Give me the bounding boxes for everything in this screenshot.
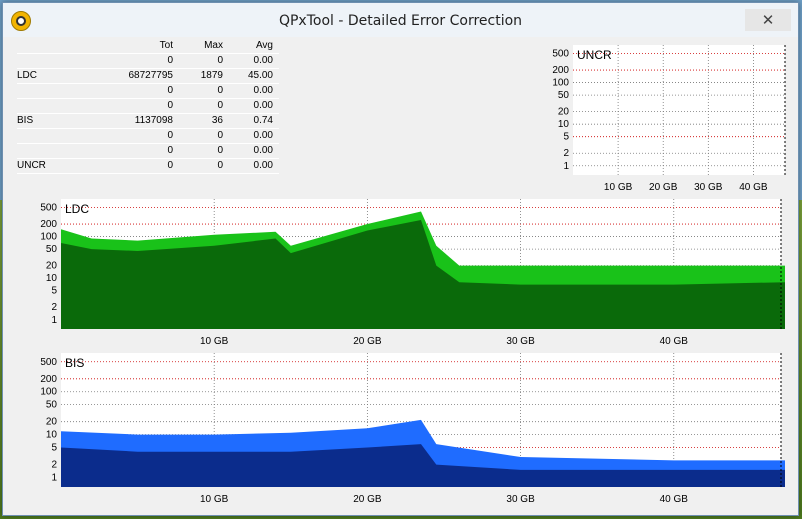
chart-title: BIS [65, 356, 84, 370]
stat-cell: 0.00 [253, 160, 273, 171]
window-title: QPxTool - Detailed Error Correction [278, 13, 523, 29]
chart-title: UNCR [577, 48, 612, 62]
stats-row: LDC 68727795 1879 45.00 [17, 69, 279, 84]
y-tick-label: 200 [552, 65, 569, 76]
y-tick-label: 10 [558, 119, 570, 130]
stat-cell: 0 [217, 145, 223, 156]
stat-cell: Tot [159, 40, 173, 51]
x-tick-label: 20 GB [649, 182, 678, 193]
qpxtool-window: QPxTool - Detailed Error Correction ✕ To… [2, 2, 799, 516]
y-tick-label: 50 [558, 90, 570, 101]
stat-cell: 45.00 [247, 70, 273, 81]
x-tick-label: 30 GB [506, 494, 535, 505]
stat-cell: 0 [217, 85, 223, 96]
y-tick-label: 20 [46, 261, 58, 272]
stat-cell: UNCR [17, 160, 46, 171]
stats-row: BIS 1137098 36 0.74 [17, 114, 279, 129]
content-area: Tot Max Avg 0 0 0.00 LDC 68727795 1879 45.00 0 0 0.0… [13, 37, 788, 513]
x-tick-label: 40 GB [660, 494, 689, 505]
y-tick-label: 100 [552, 78, 569, 89]
x-tick-label: 10 GB [200, 336, 229, 347]
x-tick-label: 40 GB [739, 182, 768, 193]
stat-cell: 0.00 [253, 100, 273, 111]
y-tick-label: 2 [563, 148, 569, 159]
stat-cell: 0 [217, 55, 223, 66]
stat-cell: 0.74 [253, 115, 273, 126]
stat-cell: 0 [217, 100, 223, 111]
stat-cell: 1879 [200, 70, 223, 81]
y-tick-label: 5 [51, 443, 57, 454]
stats-row: 0 0 0.00 [17, 99, 279, 114]
y-tick-label: 1 [51, 472, 57, 483]
stats-row: 0 0 0.00 [17, 54, 279, 69]
plot-area [573, 45, 785, 175]
stat-cell: 36 [211, 115, 223, 126]
stat-cell [17, 144, 89, 158]
stats-header: Tot Max Avg [17, 39, 279, 54]
y-tick-label: 1 [51, 315, 57, 326]
x-tick-label: 10 GB [200, 494, 229, 505]
x-tick-label: 30 GB [694, 182, 723, 193]
y-tick-label: 500 [40, 357, 57, 368]
y-tick-label: 10 [46, 430, 58, 441]
stat-cell: 0 [167, 145, 173, 156]
stat-cell: 0.00 [253, 130, 273, 141]
x-tick-label: 20 GB [353, 494, 382, 505]
x-tick-label: 40 GB [660, 336, 689, 347]
stats-row: 0 0 0.00 [17, 84, 279, 99]
stat-cell [17, 54, 89, 68]
uncr-chart: 500 200 10050 2010 5 2 1 10 GB 20 GB 30 GB 40 GB UN… [552, 45, 786, 193]
y-tick-label: 200 [40, 374, 57, 385]
y-tick-label: 50 [46, 244, 58, 255]
x-tick-label: 30 GB [506, 336, 535, 347]
stat-cell: 68727795 [128, 70, 174, 81]
stat-cell: 0.00 [253, 85, 273, 96]
y-tick-label: 2 [51, 460, 57, 471]
bis-chart: 500 200 100 50 20 10 5 21 10 GB 20 GB 30 GB 40 GB BI… [40, 353, 785, 505]
stat-cell: 1137098 [134, 115, 173, 126]
y-tick-label: 10 [46, 273, 58, 284]
y-tick-label: 100 [40, 232, 57, 243]
stat-cell [17, 39, 89, 53]
y-tick-label: 20 [46, 417, 58, 428]
stat-cell [17, 129, 89, 143]
stat-cell: Max [204, 40, 223, 51]
y-tick-label: 20 [558, 107, 570, 118]
stats-table: Tot Max Avg 0 0 0.00 LDC 68727795 1879 45.00 0 0 0.0… [17, 39, 279, 174]
stat-cell [17, 99, 89, 113]
y-tick-label: 500 [552, 48, 569, 59]
stat-cell: BIS [17, 115, 34, 126]
stat-cell: 0 [167, 100, 173, 111]
y-tick-label: 1 [563, 161, 569, 172]
y-tick-label: 100 [40, 387, 57, 398]
y-tick-label: 5 [563, 132, 569, 143]
stat-cell: 0 [167, 85, 173, 96]
stat-cell: 0 [167, 130, 173, 141]
y-tick-label: 5 [51, 286, 57, 297]
stat-cell: Avg [255, 40, 273, 51]
title-bar[interactable]: QPxTool - Detailed Error Correction ✕ [3, 3, 798, 37]
stat-cell: LDC [17, 70, 38, 81]
close-icon[interactable]: ✕ [745, 9, 791, 31]
x-tick-label: 10 GB [604, 182, 633, 193]
stats-row: 0 0 0.00 [17, 144, 279, 159]
chart-title: LDC [65, 202, 89, 216]
stat-cell: 0 [217, 130, 223, 141]
stat-cell: 0 [167, 55, 173, 66]
y-tick-label: 500 [40, 202, 57, 213]
stats-row: UNCR 0 0 0.00 [17, 159, 279, 174]
y-tick-label: 200 [40, 219, 57, 230]
stat-cell: 0.00 [253, 55, 273, 66]
stat-cell: 0.00 [253, 145, 273, 156]
y-tick-label: 2 [51, 302, 57, 313]
stat-cell: 0 [217, 160, 223, 171]
x-tick-label: 20 GB [353, 336, 382, 347]
y-tick-label: 50 [46, 400, 58, 411]
stat-cell: 0 [167, 160, 173, 171]
ldc-chart: 500 200 10050 2010 5 2 1 10 GB 20 GB 30 GB 40 GB LD… [40, 199, 785, 347]
stats-row: 0 0 0.00 [17, 129, 279, 144]
stat-cell [17, 84, 89, 98]
